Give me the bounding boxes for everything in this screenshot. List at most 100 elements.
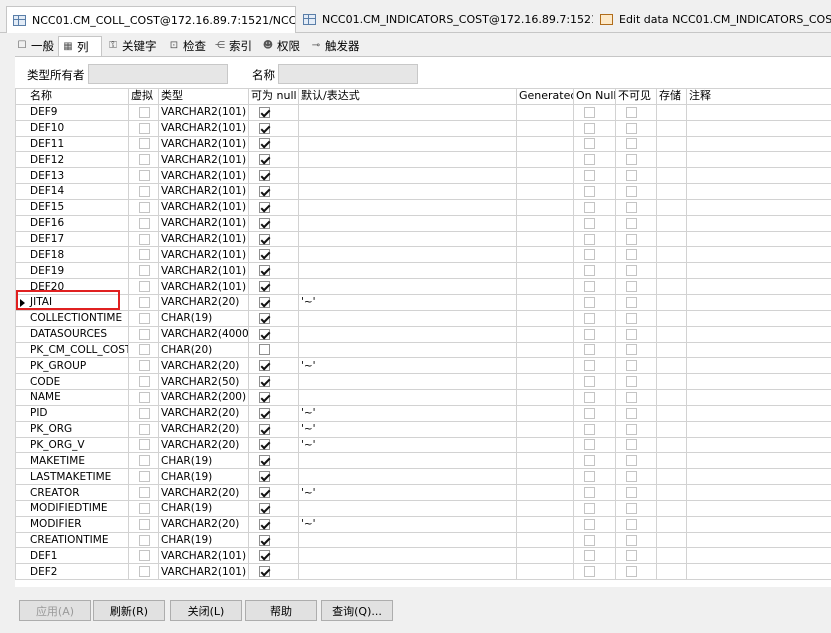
cell-type[interactable]: VARCHAR2(20): [158, 436, 249, 454]
refresh-button[interactable]: 刷新(R): [93, 600, 165, 621]
table-row[interactable]: JITAI VARCHAR2(20) '~': [15, 293, 831, 311]
editor-tab-coll-cost[interactable]: NCC01.CM_COLL_COST@172.16.89.7:1521/NCCD…: [6, 6, 296, 33]
editor-tab-edit-data[interactable]: Edit data NCC01.CM_INDICATORS_COST@172.1…: [594, 6, 831, 32]
nullable-checkbox[interactable]: [259, 487, 270, 499]
cell-storage[interactable]: [656, 230, 687, 248]
virtual-checkbox[interactable]: [139, 281, 150, 293]
apply-button[interactable]: 应用(A): [19, 600, 91, 621]
cell-type[interactable]: VARCHAR2(101): [158, 183, 249, 200]
cell-generated[interactable]: [516, 452, 574, 470]
on-null-checkbox[interactable]: [584, 281, 595, 293]
table-row[interactable]: DEF15 VARCHAR2(101): [15, 198, 831, 216]
invisible-checkbox[interactable]: [626, 185, 637, 197]
cell-storage[interactable]: [656, 135, 687, 153]
cell-nullable[interactable]: [248, 452, 299, 470]
cell-default[interactable]: [298, 246, 517, 264]
nullable-checkbox[interactable]: [259, 201, 270, 213]
table-row[interactable]: DEF17 VARCHAR2(101): [15, 230, 831, 248]
cell-nullable[interactable]: [248, 468, 299, 486]
cell-generated[interactable]: [516, 183, 574, 200]
header-comment[interactable]: 注释: [686, 88, 831, 105]
cell-on-null[interactable]: [573, 151, 616, 169]
cell-on-null[interactable]: [573, 214, 616, 232]
cell-comment[interactable]: [686, 309, 831, 327]
invisible-checkbox[interactable]: [626, 106, 637, 118]
tab-check[interactable]: ⊡ 检查: [168, 36, 206, 56]
cell-storage[interactable]: [656, 278, 687, 295]
on-null-checkbox[interactable]: [584, 106, 595, 118]
cell-invisible[interactable]: [615, 499, 657, 517]
on-null-checkbox[interactable]: [584, 328, 595, 340]
cell-name[interactable]: JITAI: [15, 293, 129, 311]
table-row[interactable]: DEF1 VARCHAR2(101): [15, 547, 831, 565]
cell-nullable[interactable]: [248, 420, 299, 438]
cell-storage[interactable]: [656, 484, 687, 501]
cell-storage[interactable]: [656, 499, 687, 517]
table-row[interactable]: DEF14 VARCHAR2(101): [15, 183, 831, 200]
invisible-checkbox[interactable]: [626, 217, 637, 229]
header-on-null[interactable]: On Null: [573, 88, 616, 105]
cell-type[interactable]: VARCHAR2(101): [158, 151, 249, 169]
cell-comment[interactable]: [686, 151, 831, 169]
cell-name[interactable]: MAKETIME: [15, 452, 129, 470]
invisible-checkbox[interactable]: [626, 407, 637, 419]
virtual-checkbox[interactable]: [139, 344, 150, 356]
header-generated[interactable]: Generated: [516, 88, 574, 105]
tab-triggers[interactable]: ⊸ 触发器: [310, 36, 360, 56]
cell-invisible[interactable]: [615, 515, 657, 533]
invisible-checkbox[interactable]: [626, 502, 637, 514]
on-null-checkbox[interactable]: [584, 170, 595, 182]
table-row[interactable]: DEF12 VARCHAR2(101): [15, 151, 831, 169]
virtual-checkbox[interactable]: [139, 328, 150, 340]
cell-comment[interactable]: [686, 167, 831, 185]
cell-default[interactable]: '~': [298, 293, 517, 311]
on-null-checkbox[interactable]: [584, 344, 595, 356]
cell-name[interactable]: DATASOURCES: [15, 325, 129, 343]
on-null-checkbox[interactable]: [584, 360, 595, 372]
cell-storage[interactable]: [656, 404, 687, 422]
cell-default[interactable]: [298, 389, 517, 406]
cell-generated[interactable]: [516, 325, 574, 343]
invisible-checkbox[interactable]: [626, 534, 637, 546]
cell-comment[interactable]: [686, 278, 831, 295]
cell-invisible[interactable]: [615, 436, 657, 454]
cell-comment[interactable]: [686, 341, 831, 359]
cell-type[interactable]: VARCHAR2(101): [158, 135, 249, 153]
cell-name[interactable]: DEF17: [15, 230, 129, 248]
cell-name[interactable]: MODIFIER: [15, 515, 129, 533]
cell-on-null[interactable]: [573, 389, 616, 406]
cell-virtual[interactable]: [128, 151, 159, 169]
table-row[interactable]: PK_ORG VARCHAR2(20) '~': [15, 420, 831, 438]
cell-storage[interactable]: [656, 151, 687, 169]
invisible-checkbox[interactable]: [626, 455, 637, 467]
invisible-checkbox[interactable]: [626, 296, 637, 308]
cell-on-null[interactable]: [573, 246, 616, 264]
nullable-checkbox[interactable]: [259, 233, 270, 245]
tab-general[interactable]: ☐ 一般: [16, 36, 54, 56]
cell-name[interactable]: NAME: [15, 389, 129, 406]
cell-generated[interactable]: [516, 103, 574, 121]
nullable-checkbox[interactable]: [259, 281, 270, 293]
virtual-checkbox[interactable]: [139, 122, 150, 134]
invisible-checkbox[interactable]: [626, 281, 637, 293]
cell-default[interactable]: [298, 198, 517, 216]
cell-nullable[interactable]: [248, 151, 299, 169]
cell-type[interactable]: VARCHAR2(200): [158, 389, 249, 406]
cell-type[interactable]: VARCHAR2(101): [158, 262, 249, 280]
cell-invisible[interactable]: [615, 230, 657, 248]
cell-generated[interactable]: [516, 135, 574, 153]
nullable-checkbox[interactable]: [259, 170, 270, 182]
cell-name[interactable]: DEF1: [15, 547, 129, 565]
invisible-checkbox[interactable]: [626, 201, 637, 213]
on-null-checkbox[interactable]: [584, 439, 595, 451]
invisible-checkbox[interactable]: [626, 312, 637, 324]
nullable-checkbox[interactable]: [259, 265, 270, 277]
header-nullable[interactable]: 可为 null: [248, 88, 299, 105]
on-null-checkbox[interactable]: [584, 518, 595, 530]
virtual-checkbox[interactable]: [139, 518, 150, 530]
cell-comment[interactable]: [686, 531, 831, 549]
cell-name[interactable]: DEF13: [15, 167, 129, 185]
invisible-checkbox[interactable]: [626, 518, 637, 530]
cell-default[interactable]: '~': [298, 357, 517, 375]
table-row[interactable]: PK_CM_COLL_COST CHAR(20): [15, 341, 831, 359]
